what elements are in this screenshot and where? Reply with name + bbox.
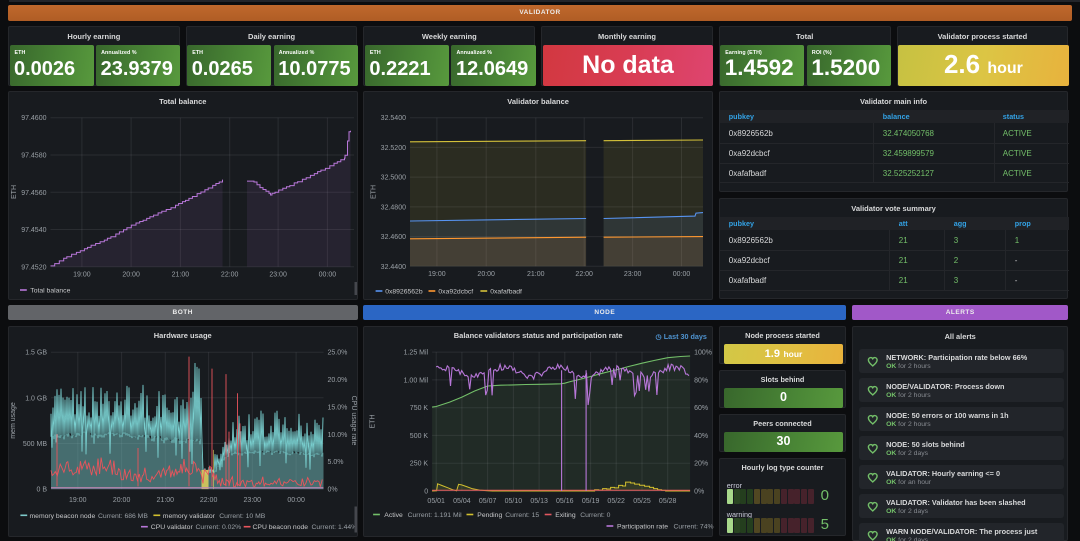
svg-text:Participation rate: Participation rate bbox=[617, 523, 668, 530]
svg-text:22:00: 22:00 bbox=[576, 271, 594, 278]
svg-text:32.4600: 32.4600 bbox=[381, 234, 406, 241]
svg-text:19:00: 19:00 bbox=[73, 271, 91, 278]
svg-text:05/16: 05/16 bbox=[556, 498, 574, 505]
svg-text:97.4580: 97.4580 bbox=[21, 153, 46, 160]
svg-text:0xafafbadf: 0xafafbadf bbox=[491, 289, 523, 296]
svg-text:20.0%: 20.0% bbox=[328, 377, 348, 384]
svg-text:ETH: ETH bbox=[370, 414, 377, 428]
svg-text:25.0%: 25.0% bbox=[328, 349, 348, 356]
svg-text:Current: 0.02%: Current: 0.02% bbox=[196, 524, 242, 531]
svg-text:750 K: 750 K bbox=[410, 405, 429, 412]
svg-text:1.25 Mil: 1.25 Mil bbox=[404, 349, 429, 356]
svg-text:05/19: 05/19 bbox=[582, 498, 600, 505]
svg-text:21:00: 21:00 bbox=[172, 271, 190, 278]
svg-text:0xa92dcbcf: 0xa92dcbcf bbox=[439, 289, 474, 296]
svg-text:500 MB: 500 MB bbox=[23, 441, 47, 448]
svg-text:32.5000: 32.5000 bbox=[381, 175, 406, 182]
svg-text:100%: 100% bbox=[694, 349, 712, 356]
svg-text:19:00: 19:00 bbox=[69, 497, 87, 504]
svg-text:20:00: 20:00 bbox=[122, 271, 140, 278]
svg-text:Current: 0: Current: 0 bbox=[581, 512, 611, 519]
svg-text:23:00: 23:00 bbox=[269, 271, 287, 278]
svg-text:memory validator: memory validator bbox=[163, 512, 216, 519]
svg-text:1.0 GB: 1.0 GB bbox=[25, 395, 47, 402]
svg-text:Current: 686 MB: Current: 686 MB bbox=[98, 512, 148, 519]
svg-text:20:00: 20:00 bbox=[113, 497, 131, 504]
svg-text:00:00: 00:00 bbox=[673, 271, 691, 278]
svg-text:05/10: 05/10 bbox=[505, 498, 523, 505]
svg-text:Exiting: Exiting bbox=[556, 512, 577, 519]
svg-text:Current: 1.44%: Current: 1.44% bbox=[312, 524, 358, 531]
svg-text:0 B: 0 B bbox=[36, 486, 47, 493]
svg-text:0x8926562b: 0x8926562b bbox=[386, 289, 424, 296]
svg-text:Current: 1.191 Mil: Current: 1.191 Mil bbox=[408, 512, 463, 519]
svg-text:32.5400: 32.5400 bbox=[381, 115, 406, 122]
svg-text:00:00: 00:00 bbox=[287, 497, 305, 504]
svg-text:5.0%: 5.0% bbox=[328, 459, 344, 466]
svg-text:ETH: ETH bbox=[11, 185, 18, 199]
svg-text:10.0%: 10.0% bbox=[328, 431, 348, 438]
svg-text:Pending: Pending bbox=[478, 512, 503, 519]
svg-text:0: 0 bbox=[425, 488, 429, 495]
svg-text:00:00: 00:00 bbox=[319, 271, 337, 278]
svg-text:32.4400: 32.4400 bbox=[381, 264, 406, 271]
svg-text:22:00: 22:00 bbox=[200, 497, 218, 504]
svg-text:CPU beacon node: CPU beacon node bbox=[253, 524, 309, 531]
svg-text:97.4540: 97.4540 bbox=[21, 227, 46, 234]
svg-text:1.00 Mil: 1.00 Mil bbox=[404, 377, 429, 384]
svg-text:20:00: 20:00 bbox=[478, 271, 496, 278]
svg-text:15.0%: 15.0% bbox=[328, 404, 348, 411]
svg-text:05/01: 05/01 bbox=[428, 498, 446, 505]
svg-text:32.4800: 32.4800 bbox=[381, 204, 406, 211]
svg-text:0%: 0% bbox=[328, 486, 338, 493]
svg-text:1.5 GB: 1.5 GB bbox=[25, 349, 47, 356]
svg-text:22:00: 22:00 bbox=[221, 271, 239, 278]
svg-text:CPU usage rate: CPU usage rate bbox=[350, 395, 357, 445]
svg-text:97.4600: 97.4600 bbox=[21, 115, 46, 122]
svg-text:21:00: 21:00 bbox=[157, 497, 175, 504]
svg-text:500 K: 500 K bbox=[410, 432, 429, 439]
svg-text:memory beacon node: memory beacon node bbox=[30, 512, 96, 519]
svg-text:Current: 10 MB: Current: 10 MB bbox=[219, 512, 266, 519]
svg-text:05/13: 05/13 bbox=[531, 498, 549, 505]
svg-text:20%: 20% bbox=[694, 460, 708, 467]
svg-text:97.4520: 97.4520 bbox=[21, 264, 46, 271]
svg-text:05/04: 05/04 bbox=[454, 498, 472, 505]
svg-text:0%: 0% bbox=[694, 488, 704, 495]
svg-text:40%: 40% bbox=[694, 432, 708, 439]
svg-text:23:00: 23:00 bbox=[244, 497, 262, 504]
svg-text:21:00: 21:00 bbox=[527, 271, 545, 278]
svg-text:60%: 60% bbox=[694, 405, 708, 412]
svg-text:250 K: 250 K bbox=[410, 460, 429, 467]
svg-text:80%: 80% bbox=[694, 377, 708, 384]
svg-text:05/22: 05/22 bbox=[608, 498, 626, 505]
svg-text:05/25: 05/25 bbox=[634, 498, 652, 505]
svg-text:CPU validator: CPU validator bbox=[151, 524, 194, 531]
svg-text:Total balance: Total balance bbox=[30, 288, 70, 295]
svg-text:ETH: ETH bbox=[371, 185, 378, 199]
svg-text:32.5200: 32.5200 bbox=[381, 145, 406, 152]
svg-text:Current: 15: Current: 15 bbox=[506, 512, 540, 519]
svg-text:23:00: 23:00 bbox=[624, 271, 642, 278]
svg-text:19:00: 19:00 bbox=[429, 271, 447, 278]
svg-text:Active: Active bbox=[385, 512, 404, 519]
svg-text:97.4560: 97.4560 bbox=[21, 190, 46, 197]
svg-text:Current: 74%: Current: 74% bbox=[674, 523, 714, 530]
svg-text:05/07: 05/07 bbox=[479, 498, 497, 505]
svg-text:05/28: 05/28 bbox=[659, 498, 677, 505]
svg-text:mem usage: mem usage bbox=[10, 402, 17, 439]
